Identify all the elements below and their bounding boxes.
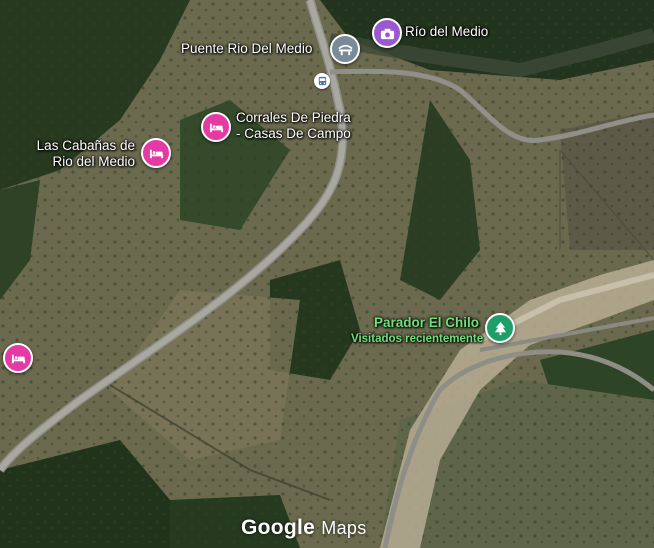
place-label-corrales-line2: - Casas De Campo xyxy=(236,126,351,141)
place-label-rio-del-medio[interactable]: Río del Medio xyxy=(405,24,488,40)
bus-icon[interactable] xyxy=(314,73,330,89)
place-sublabel-parador: Visitados recientemente xyxy=(351,333,484,345)
google-maps-logo: Google Maps xyxy=(241,516,367,540)
bridge-icon[interactable] xyxy=(330,34,360,64)
place-label-cabanas[interactable]: Las Cabañas de Rio del Medio xyxy=(27,138,135,170)
logo-maps-text: Maps xyxy=(321,518,367,538)
satellite-map[interactable]: Río del Medio Puente Rio Del Medio Corra… xyxy=(0,0,654,548)
bed-icon[interactable] xyxy=(141,138,171,168)
place-label-corrales[interactable]: Corrales De Piedra - Casas De Campo xyxy=(236,110,351,142)
camera-icon[interactable] xyxy=(372,18,402,48)
place-label-corrales-line1: Corrales De Piedra xyxy=(236,110,351,125)
place-label-cabanas-line2: Rio del Medio xyxy=(52,154,135,169)
tree-icon[interactable] xyxy=(485,313,515,343)
bed-icon[interactable] xyxy=(3,343,33,373)
place-label-parador[interactable]: Parador El Chilo xyxy=(374,315,479,331)
logo-google-text: Google xyxy=(241,516,316,539)
place-label-cabanas-line1: Las Cabañas de xyxy=(36,138,135,153)
bed-icon[interactable] xyxy=(201,112,231,142)
place-label-puente[interactable]: Puente Rio Del Medio xyxy=(181,41,312,57)
